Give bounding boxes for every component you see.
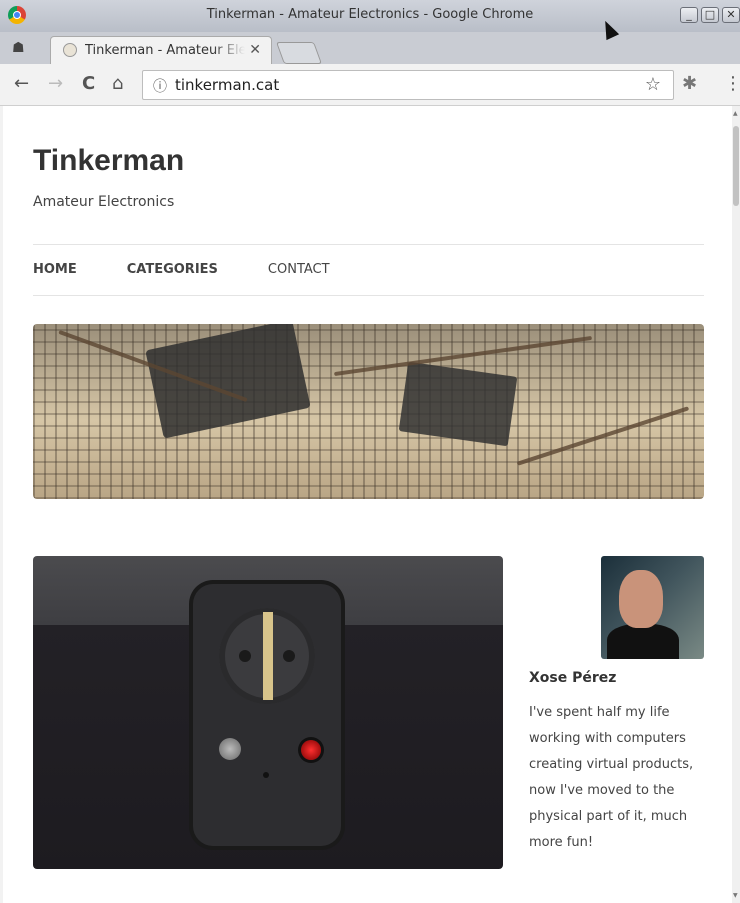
title-bar: Tinkerman - Amateur Electronics - Google…: [0, 0, 740, 33]
socket-hole: [239, 650, 251, 662]
nav-contact[interactable]: CONTACT: [268, 262, 330, 277]
page-viewport: Tinkerman Amateur Electronics HOME CATEG…: [3, 106, 732, 903]
browser-toolbar: ← → C ⌂ ⓘ tinkerman.cat ☆ ✱ ⋮: [0, 64, 740, 106]
plug-button: [219, 738, 241, 760]
banner-wire: [516, 406, 690, 466]
address-bar[interactable]: ⓘ tinkerman.cat ☆: [142, 70, 674, 100]
window-title: Tinkerman - Amateur Electronics - Google…: [206, 7, 534, 22]
site-info-icon[interactable]: ⓘ: [153, 76, 167, 96]
incognito-icon: ☗: [12, 40, 25, 56]
tab-strip: ☗ Tinkerman - Amateur Electronics ✕: [0, 32, 740, 64]
site-description: Amateur Electronics: [33, 194, 175, 210]
tab-tinkerman[interactable]: Tinkerman - Amateur Electronics ✕: [50, 36, 272, 64]
socket: [219, 608, 315, 704]
socket-hole: [283, 650, 295, 662]
url-text[interactable]: tinkerman.cat: [175, 76, 279, 94]
tab-close-icon[interactable]: ✕: [249, 42, 261, 58]
forward-button[interactable]: →: [48, 74, 63, 94]
tab-title: Tinkerman - Amateur Electronics: [85, 43, 245, 58]
nav-bottom-divider: [33, 295, 704, 296]
scroll-down-icon[interactable]: ▼: [733, 892, 738, 899]
reload-button[interactable]: C: [82, 74, 95, 94]
window-controls: _ □ ✕: [680, 7, 740, 23]
extension-icon[interactable]: ✱: [682, 73, 697, 94]
socket-pin: [263, 612, 273, 700]
post-featured-image[interactable]: [33, 556, 503, 869]
nav-home[interactable]: HOME: [33, 262, 77, 277]
header-banner-image: [33, 324, 704, 499]
bookmark-star-icon[interactable]: ☆: [645, 74, 661, 95]
new-tab-button[interactable]: [275, 42, 323, 64]
scroll-up-icon[interactable]: ▲: [733, 110, 738, 117]
plug-dot: [263, 772, 269, 778]
avatar-body: [607, 624, 679, 659]
main-nav: HOME CATEGORIES CONTACT: [33, 262, 380, 277]
nav-top-divider: [33, 244, 704, 245]
favicon-icon: [63, 43, 77, 57]
maximize-button[interactable]: □: [701, 7, 719, 23]
nav-categories[interactable]: CATEGORIES: [127, 262, 218, 277]
home-button[interactable]: ⌂: [112, 74, 123, 94]
author-bio: I've spent half my life working with com…: [529, 705, 694, 850]
back-button[interactable]: ←: [14, 74, 29, 94]
close-window-button[interactable]: ✕: [722, 7, 740, 23]
plug-led: [301, 740, 321, 760]
banner-board: [398, 361, 518, 447]
smart-plug-image: [185, 584, 349, 846]
browser-window: Tinkerman - Amateur Electronics - Google…: [0, 0, 740, 903]
author-name: Xose Pérez: [529, 670, 617, 686]
scrollbar-thumb[interactable]: [733, 126, 739, 206]
banner-board: [145, 324, 311, 439]
author-avatar: [601, 556, 704, 659]
chrome-menu-icon[interactable]: ⋮: [724, 73, 740, 94]
minimize-button[interactable]: _: [680, 7, 698, 23]
site-title[interactable]: Tinkerman: [33, 144, 184, 178]
page-scrollbar[interactable]: ▲ ▼: [732, 106, 740, 903]
avatar-face: [619, 570, 663, 628]
